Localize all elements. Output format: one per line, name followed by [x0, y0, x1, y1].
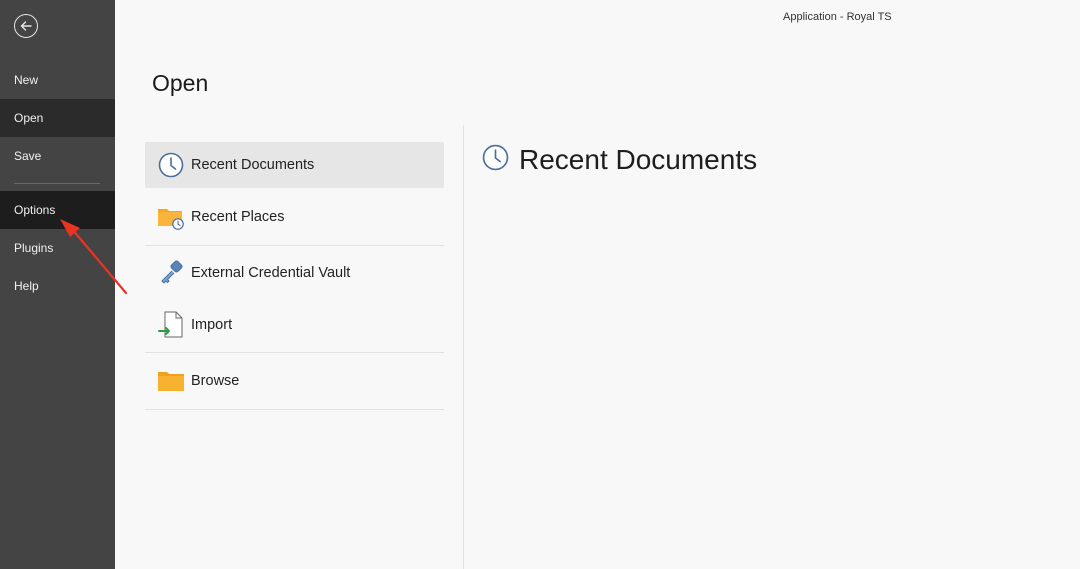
sidebar-divider — [14, 183, 100, 184]
menu-item-external-credential-vault[interactable]: External Credential Vault — [145, 250, 444, 296]
pane-title: Recent Documents — [519, 144, 758, 175]
back-arrow-icon[interactable] — [14, 14, 38, 38]
key-icon — [156, 258, 186, 288]
menu-separator — [145, 352, 444, 353]
sidebar-item-new[interactable]: New — [0, 61, 115, 99]
menu-item-label: Import — [191, 317, 233, 333]
sidebar-item-plugins[interactable]: Plugins — [0, 229, 115, 267]
sidebar-item-help[interactable]: Help — [0, 267, 115, 305]
page-title: Open — [152, 70, 209, 96]
pane-divider — [463, 125, 464, 569]
menu-item-label: Recent Places — [191, 209, 285, 225]
menu-item-import[interactable]: Import — [145, 302, 444, 348]
clock-icon — [156, 150, 186, 180]
menu-separator — [145, 409, 444, 410]
sidebar-item-open[interactable]: Open — [0, 99, 115, 137]
menu-item-recent-documents[interactable]: Recent Documents — [145, 142, 444, 188]
backstage-sidebar: New Open Save Options Plugins Help — [0, 0, 115, 569]
menu-item-browse[interactable]: Browse — [145, 358, 444, 404]
menu-item-label: Recent Documents — [191, 157, 315, 173]
menu-separator — [145, 245, 444, 246]
menu-item-label: Browse — [191, 373, 240, 389]
menu-item-label: External Credential Vault — [191, 265, 351, 281]
folder-icon — [156, 366, 186, 396]
menu-item-recent-places[interactable]: Recent Places — [145, 194, 444, 240]
sidebar-item-save[interactable]: Save — [0, 137, 115, 175]
import-file-icon — [156, 310, 186, 340]
sidebar-item-options[interactable]: Options — [0, 191, 115, 229]
folder-clock-icon — [156, 202, 186, 232]
window-title: Application - Royal TS — [783, 11, 892, 23]
clock-icon — [482, 144, 509, 176]
pane-header: Recent Documents — [482, 144, 757, 176]
